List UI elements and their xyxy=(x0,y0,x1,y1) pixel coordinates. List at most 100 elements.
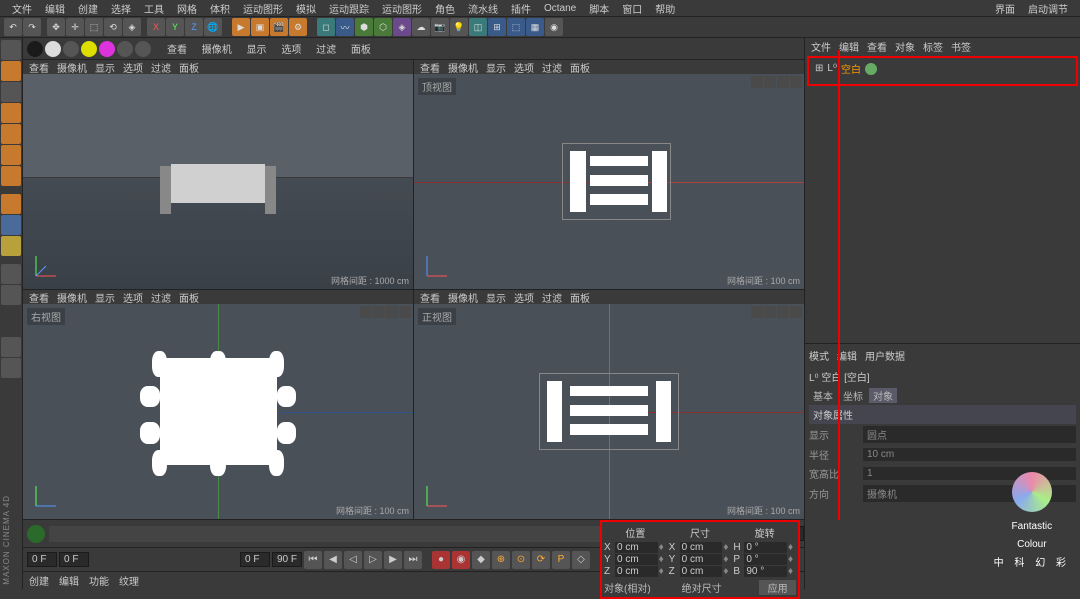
play-back-button[interactable]: ◁ xyxy=(344,551,362,569)
render-pictureview-button[interactable]: 🎬 xyxy=(270,18,288,36)
vp-menu-camera[interactable]: 摄像机 xyxy=(196,45,238,56)
step-back-button[interactable]: ◀ xyxy=(324,551,342,569)
keyframe-sel-button[interactable]: ◆ xyxy=(472,551,490,569)
timeline-playhead-icon[interactable] xyxy=(27,525,45,543)
menu-mograph2[interactable]: 运动图形 xyxy=(376,0,428,17)
menu-volume[interactable]: 体积 xyxy=(204,0,236,17)
object-hierarchy[interactable]: ⊞ L⁰ 空白 xyxy=(807,56,1078,86)
size-x-input[interactable]: 0 cm xyxy=(680,542,723,553)
viewtool-button[interactable] xyxy=(1,215,21,235)
scale-button[interactable]: ⬚ xyxy=(85,18,103,36)
mat-create[interactable]: 创建 xyxy=(29,573,49,588)
menu-autosave[interactable]: 启动调节 xyxy=(1022,0,1074,17)
menu-file[interactable]: 文件 xyxy=(6,0,38,17)
locksel-button[interactable] xyxy=(1,264,21,284)
key-pos-button[interactable]: ⊕ xyxy=(492,551,510,569)
objmgr-bookmark[interactable]: 书签 xyxy=(951,39,971,54)
key-scale-button[interactable]: ⊙ xyxy=(512,551,530,569)
play-forward-button[interactable]: ▷ xyxy=(364,551,382,569)
workplane-button[interactable] xyxy=(1,103,21,123)
pos-z-input[interactable]: 0 cm xyxy=(615,566,658,577)
lock-z-button[interactable]: Z xyxy=(185,18,203,36)
attr-edit[interactable]: 编辑 xyxy=(837,348,857,363)
rv-bg-gray-button[interactable] xyxy=(63,41,79,57)
vp-menu-panel[interactable]: 面板 xyxy=(345,45,377,56)
select-live-button[interactable]: ✥ xyxy=(47,18,65,36)
menu-char[interactable]: 角色 xyxy=(429,0,461,17)
move-button[interactable]: ✛ xyxy=(66,18,84,36)
deformer-button[interactable]: ◈ xyxy=(393,18,411,36)
objmgr-tag[interactable]: 标签 xyxy=(923,39,943,54)
rv-sun-icon[interactable] xyxy=(81,41,97,57)
render-region-button[interactable]: ▣ xyxy=(251,18,269,36)
render-view-button[interactable]: ▶ xyxy=(232,18,250,36)
mat-edit[interactable]: 编辑 xyxy=(59,573,79,588)
viewport-right[interactable]: 查看摄像机显示选项过滤面板 右视图 xyxy=(23,290,413,519)
mat-tex[interactable]: 纹理 xyxy=(119,573,139,588)
spline-primitive-button[interactable]: 〰 xyxy=(336,18,354,36)
rot-b-input[interactable]: 90 ° xyxy=(744,566,787,577)
texture-mode-button[interactable] xyxy=(1,82,21,102)
extra-button[interactable] xyxy=(1,358,21,378)
misc-button[interactable]: ◉ xyxy=(545,18,563,36)
light-button[interactable]: 💡 xyxy=(450,18,468,36)
frame-preview-end-input[interactable]: 90 F xyxy=(272,552,302,567)
objmgr-file[interactable]: 文件 xyxy=(811,39,831,54)
coord-system-button[interactable]: 🌐 xyxy=(204,18,222,36)
attr-userdata[interactable]: 用户数据 xyxy=(865,348,905,363)
redo-button[interactable]: ↷ xyxy=(23,18,41,36)
poly-mode-button[interactable] xyxy=(1,166,21,186)
menu-octane[interactable]: Octane xyxy=(538,2,582,15)
record-button[interactable]: ● xyxy=(432,551,450,569)
attr-mode[interactable]: 模式 xyxy=(809,348,829,363)
apply-button[interactable]: 应用 xyxy=(759,580,796,595)
menu-interface[interactable]: 界面 xyxy=(989,0,1021,17)
menu-create[interactable]: 创建 xyxy=(72,0,104,17)
viewport-top[interactable]: 查看摄像机显示选项过滤面板 顶视图 xyxy=(414,60,804,289)
rv-opt1-button[interactable] xyxy=(117,41,133,57)
menu-pipeline[interactable]: 流水线 xyxy=(462,0,504,17)
viewport-front[interactable]: 查看摄像机显示选项过滤面板 正视图 xyxy=(414,290,804,519)
undo-button[interactable]: ↶ xyxy=(4,18,22,36)
goto-end-button[interactable]: ⏭ xyxy=(404,551,422,569)
voronoi-button[interactable]: ◫ xyxy=(469,18,487,36)
hierarchy-item-null[interactable]: ⊞ L⁰ 空白 xyxy=(811,60,1074,77)
lastused-button[interactable]: ◈ xyxy=(123,18,141,36)
objmgr-obj[interactable]: 对象 xyxy=(895,39,915,54)
render-settings-button[interactable]: ⚙ xyxy=(289,18,307,36)
soft-sel-button[interactable] xyxy=(1,285,21,305)
coord-mode-select[interactable]: 对象(相对) xyxy=(604,580,678,595)
menu-tools[interactable]: 工具 xyxy=(138,0,170,17)
goto-start-button[interactable]: ⏮ xyxy=(304,551,322,569)
autokey-button[interactable]: ◉ xyxy=(452,551,470,569)
menu-help[interactable]: 帮助 xyxy=(649,0,681,17)
tab-object[interactable]: 对象 xyxy=(869,388,897,403)
vp-menu-view[interactable]: 查看 xyxy=(161,45,193,56)
rv-opt2-button[interactable] xyxy=(135,41,151,57)
frame-cur-input[interactable]: 0 F xyxy=(59,552,89,567)
rot-h-input[interactable]: 0 ° xyxy=(744,542,787,553)
viewport-perspective[interactable]: 查看摄像机显示选项过滤面板 透视视图 网格间距 : 1000 cm xyxy=(23,60,413,289)
visibility-dots-icon[interactable] xyxy=(865,63,877,75)
vp-menu-display[interactable]: 显示 xyxy=(241,45,273,56)
frame-start-input[interactable]: 0 F xyxy=(27,552,57,567)
radius-input[interactable]: 10 cm xyxy=(863,448,1076,461)
xref-button[interactable] xyxy=(1,337,21,357)
lock-x-button[interactable]: X xyxy=(147,18,165,36)
tab-basic[interactable]: 基本 xyxy=(809,388,837,403)
step-fwd-button[interactable]: ▶ xyxy=(384,551,402,569)
snap-button[interactable] xyxy=(1,236,21,256)
axis-tweak-button[interactable] xyxy=(1,194,21,214)
key-param-button[interactable]: P xyxy=(552,551,570,569)
mat-func[interactable]: 功能 xyxy=(89,573,109,588)
cube-primitive-button[interactable]: ◻ xyxy=(317,18,335,36)
subdivision-button[interactable]: ⬡ xyxy=(374,18,392,36)
menu-sim[interactable]: 模拟 xyxy=(290,0,322,17)
objmgr-edit[interactable]: 编辑 xyxy=(839,39,859,54)
pos-x-input[interactable]: 0 cm xyxy=(615,542,658,553)
menu-script[interactable]: 脚本 xyxy=(583,0,615,17)
pos-y-input[interactable]: 0 cm xyxy=(615,554,658,565)
size-y-input[interactable]: 0 cm xyxy=(680,554,723,565)
objmgr-view[interactable]: 查看 xyxy=(867,39,887,54)
key-rot-button[interactable]: ⟳ xyxy=(532,551,550,569)
